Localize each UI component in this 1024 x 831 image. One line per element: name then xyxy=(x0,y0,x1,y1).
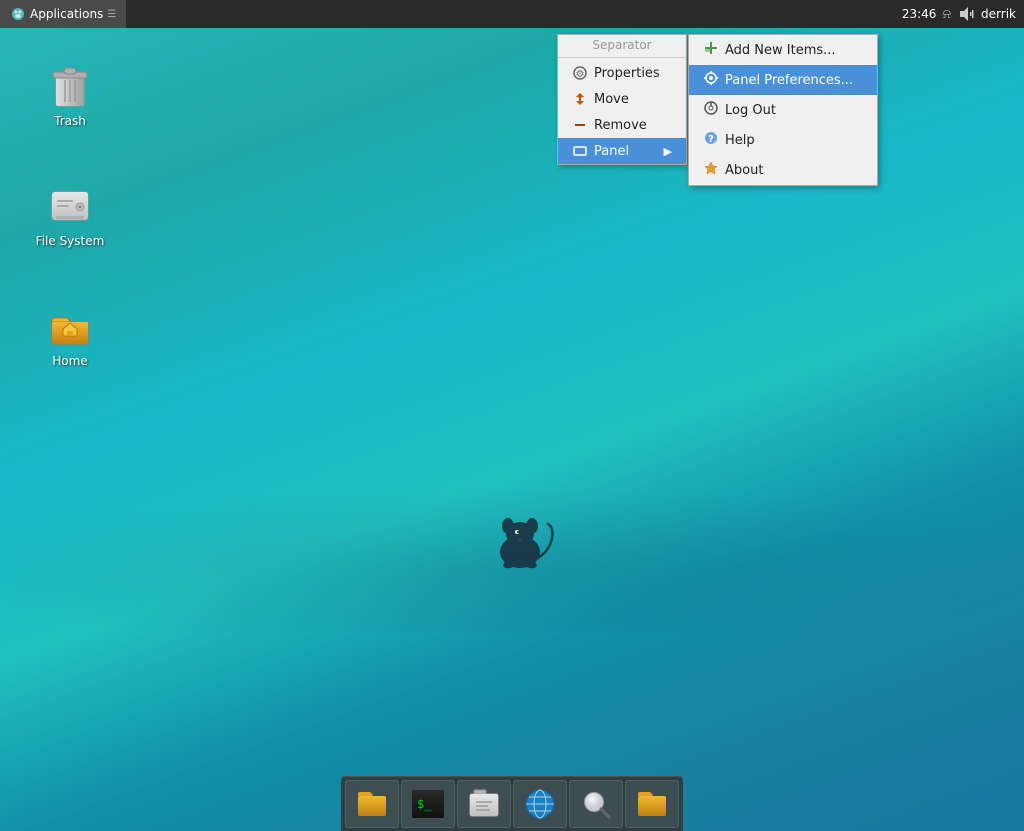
home-icon xyxy=(46,302,94,350)
applications-menu[interactable]: Applications ☰ xyxy=(0,0,126,28)
menu-separator-label: Separator xyxy=(558,35,686,55)
move-label: Move xyxy=(594,92,629,107)
bluetooth-icon[interactable]: ⍾ xyxy=(942,7,951,22)
trash-label: Trash xyxy=(54,114,86,128)
home-label: Home xyxy=(52,354,87,368)
submenu-arrow-icon: ▶ xyxy=(656,145,672,158)
about-icon xyxy=(703,160,719,180)
trash-icon xyxy=(46,62,94,110)
submenu-item-help[interactable]: ? Help xyxy=(689,125,877,155)
taskbar-btn-terminal[interactable]: $_ xyxy=(401,780,455,828)
taskbar-btn-search[interactable] xyxy=(569,780,623,828)
help-label: Help xyxy=(725,133,755,148)
panel-preferences-label: Panel Preferences... xyxy=(725,73,853,88)
mouse-mascot xyxy=(480,510,560,580)
panel-label: Panel xyxy=(594,144,629,159)
move-icon xyxy=(572,91,588,107)
volume-icon[interactable] xyxy=(957,5,975,23)
desktop-icon-trash[interactable]: Trash xyxy=(30,58,110,132)
desktop-icon-filesystem[interactable]: File System xyxy=(30,178,110,252)
svg-text:⚙: ⚙ xyxy=(576,69,585,80)
add-items-icon xyxy=(703,40,719,60)
bottom-taskbar: $_ xyxy=(341,776,683,831)
submenu-item-panel-preferences[interactable]: Panel Preferences... xyxy=(689,65,877,95)
help-icon: ? xyxy=(703,130,719,150)
menu-indicator: ☰ xyxy=(107,9,116,20)
panel-left: Applications ☰ xyxy=(0,0,894,28)
submenu-item-logout[interactable]: Log Out xyxy=(689,95,877,125)
applications-label: Applications xyxy=(30,7,103,21)
logout-label: Log Out xyxy=(725,103,776,118)
top-panel: Applications ☰ 23:46 ⍾ derrik xyxy=(0,0,1024,28)
properties-icon: ⚙ xyxy=(572,65,588,81)
taskbar-btn-filemanager[interactable] xyxy=(345,780,399,828)
menu-item-move[interactable]: Move xyxy=(558,86,686,112)
clock: 23:46 xyxy=(902,7,937,21)
menu-divider-top xyxy=(558,57,686,58)
about-label: About xyxy=(725,163,763,178)
svg-text:?: ? xyxy=(708,134,714,145)
filesystem-label: File System xyxy=(36,234,105,248)
panel-prefs-icon xyxy=(703,70,719,90)
logout-icon xyxy=(703,100,719,120)
remove-icon xyxy=(572,117,588,133)
desktop: Applications ☰ 23:46 ⍾ derrik xyxy=(0,0,1024,831)
menu-item-properties[interactable]: ⚙ Properties xyxy=(558,60,686,86)
svg-text:$_: $_ xyxy=(417,797,432,811)
taskbar-btn-files[interactable] xyxy=(457,780,511,828)
submenu-item-add-new-items[interactable]: Add New Items... xyxy=(689,35,877,65)
desktop-icon-home[interactable]: Home xyxy=(30,298,110,372)
submenu-item-about[interactable]: About xyxy=(689,155,877,185)
logo-icon xyxy=(10,6,26,22)
panel-right: 23:46 ⍾ derrik xyxy=(894,5,1024,23)
user-label: derrik xyxy=(981,7,1016,21)
panel-icon xyxy=(572,143,588,159)
menu-item-remove[interactable]: Remove xyxy=(558,112,686,138)
context-menu: Separator ⚙ Properties Move Remove xyxy=(557,34,687,165)
taskbar-btn-browser[interactable] xyxy=(513,780,567,828)
add-new-items-label: Add New Items... xyxy=(725,43,836,58)
properties-label: Properties xyxy=(594,66,660,81)
menu-item-panel[interactable]: Panel ▶ xyxy=(558,138,686,164)
submenu: Add New Items... Panel Preferences... xyxy=(688,34,878,186)
taskbar-btn-folder2[interactable] xyxy=(625,780,679,828)
remove-label: Remove xyxy=(594,118,647,133)
filesystem-icon xyxy=(46,182,94,230)
